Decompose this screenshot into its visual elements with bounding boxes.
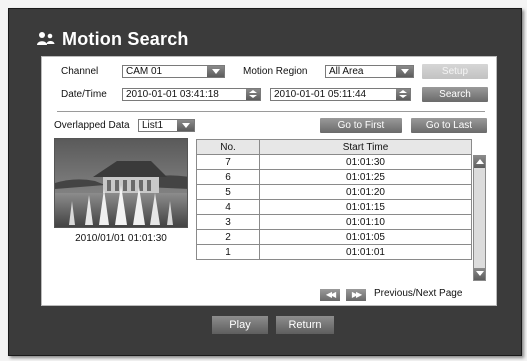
preview-image xyxy=(55,139,187,227)
table-row[interactable]: 7 01:01:30 xyxy=(196,154,472,170)
preview-timestamp: 2010/01/01 01:01:30 xyxy=(75,233,167,244)
next-page-button[interactable]: ▶▶ xyxy=(346,289,366,301)
overlapped-data-select[interactable]: List1 xyxy=(138,119,195,132)
end-datetime-value: 2010-01-01 05:11:44 xyxy=(274,89,367,100)
row-start-time: 01:01:15 xyxy=(259,199,472,215)
scroll-down-icon[interactable] xyxy=(474,268,485,280)
row-start-time: 01:01:05 xyxy=(259,229,472,245)
datetime-label: Date/Time xyxy=(61,89,107,100)
go-to-last-button[interactable]: Go to Last xyxy=(411,118,487,133)
overlapped-data-value: List1 xyxy=(142,120,164,131)
channel-label: Channel xyxy=(61,66,99,77)
row-start-time: 01:01:01 xyxy=(259,244,472,260)
row-no: 7 xyxy=(196,154,260,170)
table-row[interactable]: 3 01:01:10 xyxy=(196,214,472,230)
spinner-icon xyxy=(246,89,260,100)
go-to-first-button[interactable]: Go to First xyxy=(320,118,402,133)
row-no: 3 xyxy=(196,214,260,230)
screen-background: Motion Search Channel CAM 01 Motion Regi… xyxy=(0,0,527,361)
column-header-no: No. xyxy=(196,139,260,155)
main-panel: Channel CAM 01 Motion Region All Area Se… xyxy=(41,56,497,306)
table-row[interactable]: 2 01:01:05 xyxy=(196,229,472,245)
table-row[interactable]: 4 01:01:15 xyxy=(196,199,472,215)
divider xyxy=(57,111,485,112)
table-header-row: No. Start Time xyxy=(196,139,472,155)
search-button[interactable]: Search xyxy=(422,87,488,102)
table-scrollbar[interactable] xyxy=(473,155,486,281)
row-no: 6 xyxy=(196,169,260,185)
paging-label: Previous/Next Page xyxy=(374,288,463,299)
table-row[interactable]: 5 01:01:20 xyxy=(196,184,472,200)
scroll-up-icon[interactable] xyxy=(474,156,485,168)
person-icon xyxy=(37,32,55,45)
overlapped-data-label: Overlapped Data xyxy=(54,120,130,131)
chevron-down-icon xyxy=(396,66,413,77)
setup-button[interactable]: Setup xyxy=(422,64,488,79)
start-datetime-field[interactable]: 2010-01-01 03:41:18 xyxy=(122,88,261,101)
row-no: 4 xyxy=(196,199,260,215)
motion-event-table: No. Start Time 7 01:01:30 6 01:01:25 5 0… xyxy=(196,139,472,260)
chevron-down-icon xyxy=(207,66,224,77)
preview-thumbnail[interactable] xyxy=(54,138,188,228)
channel-select[interactable]: CAM 01 xyxy=(122,65,225,78)
play-button[interactable]: Play xyxy=(212,316,268,334)
spinner-icon xyxy=(396,89,410,100)
window-title: Motion Search xyxy=(62,28,189,49)
row-start-time: 01:01:30 xyxy=(259,154,472,170)
start-datetime-value: 2010-01-01 03:41:18 xyxy=(126,89,219,100)
row-no: 5 xyxy=(196,184,260,200)
column-header-start-time: Start Time xyxy=(259,139,472,155)
end-datetime-field[interactable]: 2010-01-01 05:11:44 xyxy=(270,88,411,101)
motion-region-select[interactable]: All Area xyxy=(325,65,414,78)
motion-region-label: Motion Region xyxy=(243,66,308,77)
table-row[interactable]: 6 01:01:25 xyxy=(196,169,472,185)
title-bar: Motion Search xyxy=(36,26,189,52)
chevron-down-icon xyxy=(177,120,194,131)
row-start-time: 01:01:20 xyxy=(259,184,472,200)
channel-value: CAM 01 xyxy=(126,66,163,77)
previous-page-button[interactable]: ◀◀ xyxy=(320,289,340,301)
return-button[interactable]: Return xyxy=(276,316,334,334)
row-start-time: 01:01:10 xyxy=(259,214,472,230)
row-no: 1 xyxy=(196,244,260,260)
motion-region-value: All Area xyxy=(329,66,364,77)
row-start-time: 01:01:25 xyxy=(259,169,472,185)
table-row[interactable]: 1 01:01:01 xyxy=(196,244,472,260)
row-no: 2 xyxy=(196,229,260,245)
